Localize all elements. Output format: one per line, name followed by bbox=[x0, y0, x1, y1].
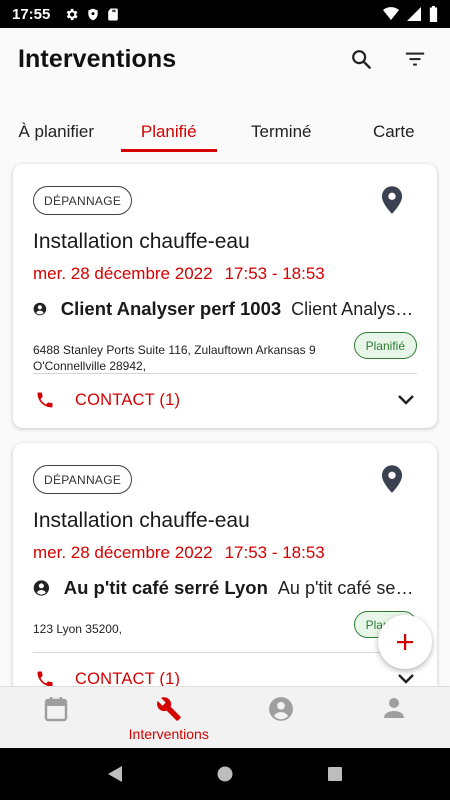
divider bbox=[33, 373, 417, 374]
client-subtitle: Client Analyser perf 1003 bbox=[291, 298, 417, 319]
location-pin-icon[interactable] bbox=[381, 465, 403, 493]
add-intervention-button[interactable] bbox=[378, 615, 432, 669]
hours-text: 17:53 - 18:53 bbox=[224, 543, 325, 562]
location-pin-icon[interactable] bbox=[381, 186, 403, 214]
date-text: mer. 28 décembre 2022 bbox=[33, 543, 213, 562]
recents-icon[interactable] bbox=[327, 766, 343, 782]
account-circle-icon bbox=[33, 302, 47, 316]
person-icon bbox=[383, 698, 404, 718]
divider bbox=[33, 652, 417, 653]
client-name: Client Analyser perf 1003 bbox=[60, 298, 282, 319]
phone-icon bbox=[37, 392, 53, 408]
nav-item-interventions[interactable]: Interventions bbox=[113, 687, 226, 748]
status-time: 17:55 bbox=[12, 5, 51, 23]
nav-item-calendar[interactable] bbox=[0, 687, 113, 748]
back-icon[interactable] bbox=[107, 765, 123, 783]
address-text: 123 Lyon 35200, bbox=[33, 622, 122, 636]
phone-icon bbox=[37, 671, 53, 686]
type-chip: DÉPANNAGE bbox=[33, 465, 133, 494]
tab-label: Terminé bbox=[251, 122, 312, 141]
status-bar: 17:55 bbox=[0, 0, 450, 28]
client-row: Client Analyser perf 1003 Client Analyse… bbox=[33, 298, 417, 320]
tab-label: Planifié bbox=[140, 122, 197, 141]
client-name: Au p'tit café serré Lyon bbox=[63, 577, 268, 598]
bottom-navigation: Interventions bbox=[0, 686, 450, 748]
search-icon[interactable] bbox=[348, 46, 374, 72]
app-bar: Interventions bbox=[0, 28, 450, 90]
page-title: Interventions bbox=[18, 44, 177, 73]
wifi-icon bbox=[383, 7, 399, 21]
intervention-card[interactable]: DÉPANNAGE Installation chauffe-eau mer. … bbox=[13, 443, 437, 686]
system-navigation-bar bbox=[0, 748, 450, 800]
home-icon[interactable] bbox=[217, 766, 233, 782]
tab-label: À planifier bbox=[18, 122, 95, 141]
status-badge: Planifié bbox=[353, 332, 417, 359]
nav-item-account[interactable] bbox=[225, 687, 338, 748]
shield-icon bbox=[88, 8, 99, 20]
nav-label: Interventions bbox=[128, 726, 209, 742]
tab-a-planifier[interactable]: À planifier bbox=[0, 110, 113, 152]
battery-icon bbox=[429, 6, 438, 22]
filter-icon[interactable] bbox=[402, 46, 428, 72]
client-row: Au p'tit café serré Lyon Au p'tit café s… bbox=[33, 577, 417, 599]
intervention-title: Installation chauffe-eau bbox=[33, 230, 250, 253]
tab-planifie[interactable]: Planifié bbox=[113, 110, 226, 152]
intervention-date: mer. 28 décembre 2022 17:53 - 18:53 bbox=[33, 543, 325, 563]
gear-icon bbox=[67, 8, 78, 20]
type-chip: DÉPANNAGE bbox=[33, 186, 133, 215]
intervention-card[interactable]: DÉPANNAGE Installation chauffe-eau mer. … bbox=[13, 164, 437, 428]
client-subtitle: Au p'tit café serré Lyon bbox=[277, 577, 417, 598]
tab-carte[interactable]: Carte bbox=[338, 110, 450, 152]
interventions-list[interactable]: DÉPANNAGE Installation chauffe-eau mer. … bbox=[0, 152, 450, 686]
contact-row[interactable]: CONTACT (1) bbox=[35, 390, 415, 410]
tab-termine[interactable]: Terminé bbox=[225, 110, 338, 152]
nav-item-profile[interactable] bbox=[338, 687, 450, 748]
calendar-icon bbox=[45, 697, 68, 722]
chevron-down-icon[interactable] bbox=[397, 394, 415, 406]
tab-bar: À planifier Planifié Terminé Carte bbox=[0, 110, 450, 152]
cellular-icon bbox=[407, 7, 421, 21]
wrench-icon bbox=[156, 697, 181, 721]
chevron-down-icon[interactable] bbox=[397, 673, 415, 685]
intervention-title: Installation chauffe-eau bbox=[33, 509, 250, 532]
hours-text: 17:53 - 18:53 bbox=[224, 264, 325, 283]
address-text: 6488 Stanley Ports Suite 116, Zulauftown… bbox=[33, 343, 316, 373]
account-circle-icon bbox=[33, 580, 50, 596]
date-text: mer. 28 décembre 2022 bbox=[33, 264, 213, 283]
tab-label: Carte bbox=[372, 122, 415, 141]
plus-icon bbox=[397, 634, 413, 650]
intervention-date: mer. 28 décembre 2022 17:53 - 18:53 bbox=[33, 264, 325, 284]
contact-label: CONTACT (1) bbox=[75, 669, 181, 687]
contact-row[interactable]: CONTACT (1) bbox=[35, 669, 415, 686]
sd-card-icon bbox=[108, 8, 119, 20]
contact-label: CONTACT (1) bbox=[75, 390, 181, 409]
account-circle-icon bbox=[269, 697, 294, 721]
